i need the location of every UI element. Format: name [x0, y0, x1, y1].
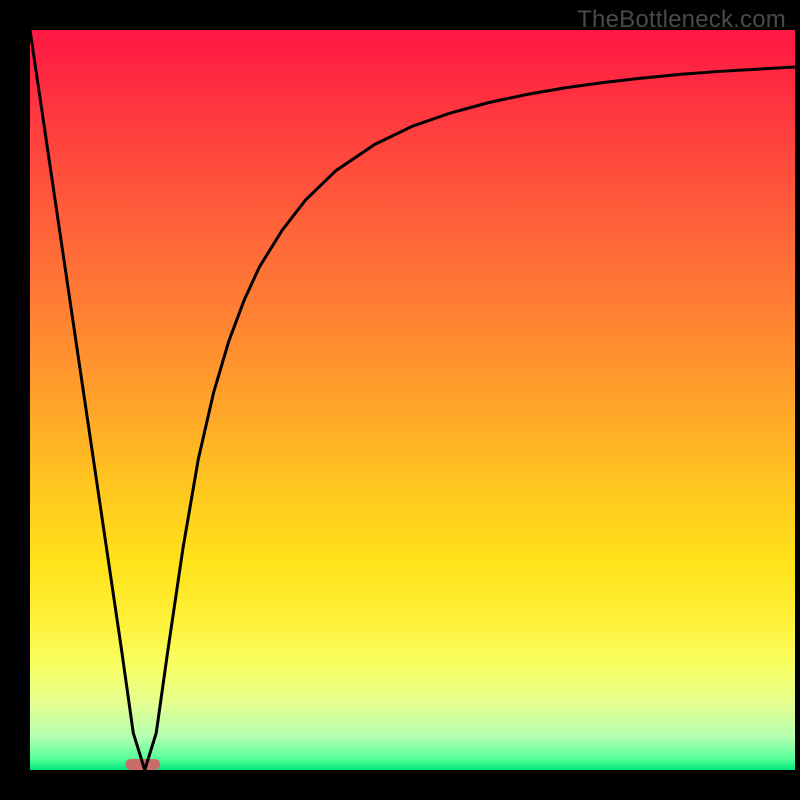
- bottleneck-chart: TheBottleneck.com: [0, 0, 800, 800]
- watermark-label: TheBottleneck.com: [577, 6, 786, 34]
- chart-canvas: [0, 0, 800, 800]
- plot-background: [30, 30, 795, 770]
